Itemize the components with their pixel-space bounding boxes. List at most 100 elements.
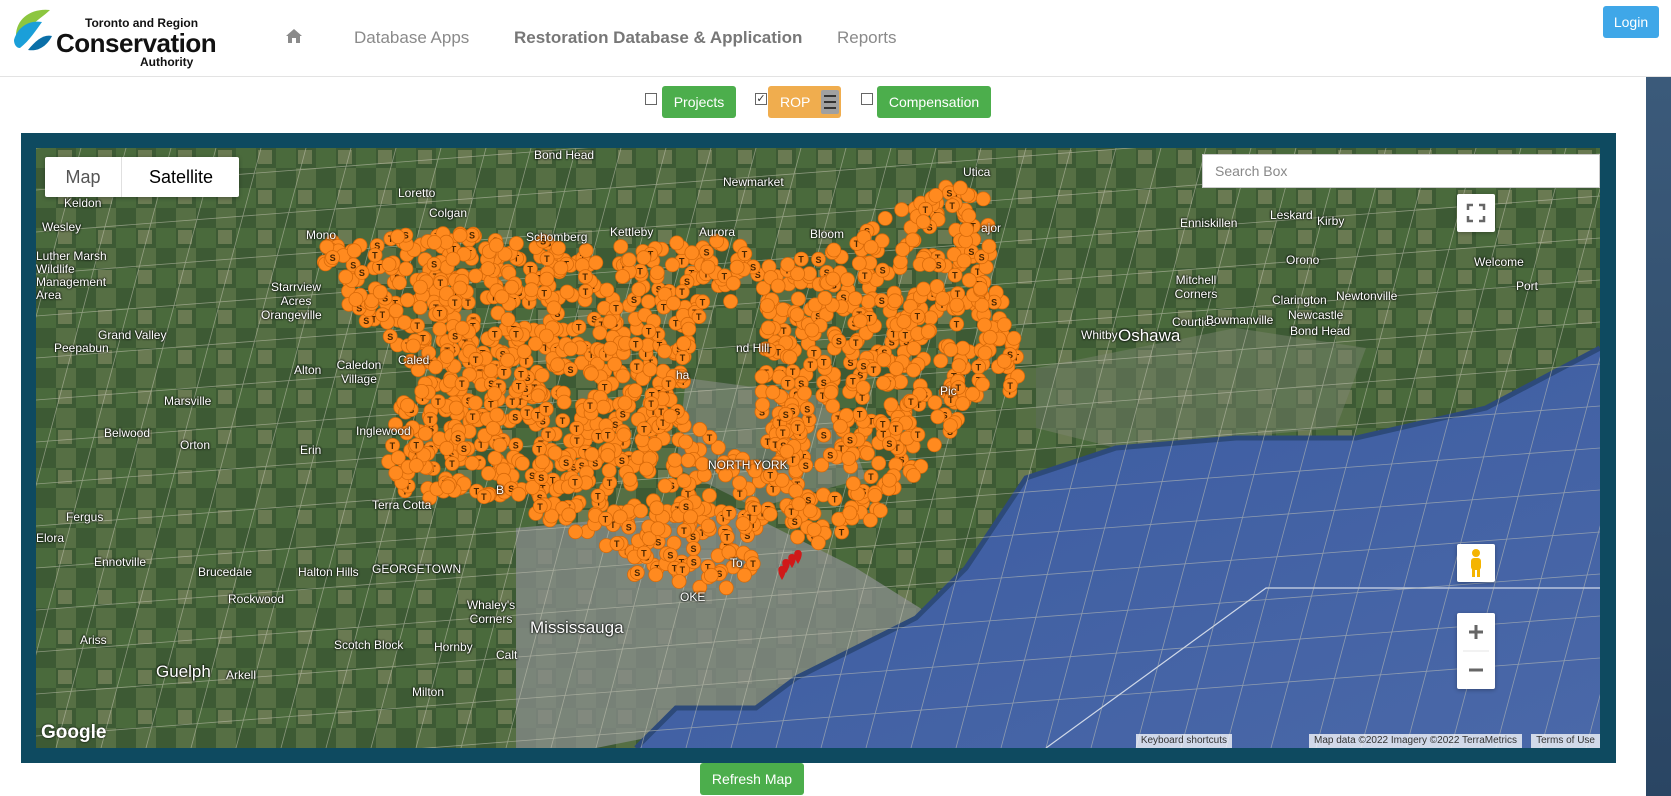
rop-marker: [639, 461, 654, 477]
street-view-pegman[interactable]: [1457, 544, 1495, 582]
rop-marker: [514, 455, 530, 471]
rop-marker-label: S: [350, 260, 356, 270]
rop-marker: [400, 292, 415, 308]
rop-marker: T: [848, 335, 864, 351]
place-label-rockwood: Rockwood: [228, 592, 285, 606]
place-label-richmond-hill: nd Hill: [736, 341, 770, 355]
rop-marker-label: T: [954, 320, 960, 330]
rop-marker: [445, 251, 461, 267]
compensation-button[interactable]: Compensation: [877, 86, 991, 118]
projects-button[interactable]: Projects: [662, 86, 736, 118]
rop-marker-label: T: [680, 353, 686, 363]
menu-icon[interactable]: [821, 90, 839, 114]
rop-marker-dot: [754, 369, 770, 385]
rop-marker: [621, 252, 637, 268]
rop-marker-label: S: [861, 361, 867, 371]
place-label-mitchell: Mitchell Corners: [1174, 273, 1218, 301]
rop-marker-label: S: [634, 568, 640, 578]
rop-marker: [933, 353, 949, 369]
rop-marker: T: [720, 529, 735, 545]
rop-marker-label: T: [488, 400, 494, 410]
login-button[interactable]: Login: [1603, 6, 1659, 38]
rop-marker: T: [432, 305, 448, 321]
refresh-map-button[interactable]: Refresh Map: [700, 763, 804, 795]
rop-marker-label: T: [481, 492, 487, 502]
place-label-loretto: Loretto: [398, 186, 436, 200]
rop-marker-dot: [392, 275, 407, 291]
rop-marker-dot: [797, 385, 812, 401]
rop-marker: T: [410, 318, 425, 334]
nav-restoration-database[interactable]: Restoration Database & Application: [514, 28, 802, 48]
rop-marker-label: S: [979, 252, 985, 262]
rop-marker-label: T: [414, 441, 420, 451]
rop-marker-dot: [559, 284, 575, 300]
rop-marker-label: S: [816, 255, 822, 265]
rop-marker-dot: [568, 524, 583, 540]
rop-marker: T: [628, 336, 644, 352]
rop-marker: [982, 329, 998, 345]
nav-reports[interactable]: Reports: [837, 28, 897, 48]
rop-marker-dot: [895, 242, 911, 257]
rop-marker-label: S: [836, 337, 842, 347]
map-type-satellite-button[interactable]: Satellite: [121, 157, 240, 197]
compensation-checkbox[interactable]: [861, 93, 873, 105]
rop-marker: S: [533, 469, 549, 485]
rop-marker-dot: [833, 418, 848, 434]
home-icon[interactable]: [285, 27, 303, 45]
fullscreen-button[interactable]: [1457, 194, 1495, 232]
rop-marker: S: [382, 328, 398, 344]
rop-marker: [592, 325, 608, 341]
trca-logo[interactable]: Toronto and Region Conservation Authorit…: [10, 6, 217, 69]
rop-marker: T: [852, 406, 868, 422]
map-type-map-button[interactable]: Map: [45, 157, 121, 197]
rop-marker-label: T: [637, 267, 643, 277]
rop-marker-label: T: [574, 424, 580, 434]
rop-marker: S: [508, 437, 524, 453]
nav-database-apps[interactable]: Database Apps: [354, 28, 469, 48]
rop-marker-label: T: [903, 331, 909, 341]
terms-of-use-link[interactable]: Terms of Use: [1531, 734, 1600, 748]
place-label-ennotville: Ennotville: [94, 555, 147, 569]
rop-marker-dot: [485, 420, 501, 436]
rop-button[interactable]: ROP: [768, 86, 841, 118]
rop-marker: T: [541, 427, 556, 442]
rop-marker-dot: [851, 256, 867, 271]
rop-marker: T: [1003, 377, 1018, 393]
rop-marker: [556, 394, 572, 410]
rop-marker-label: T: [595, 491, 601, 501]
place-label-starrview: Starrview Acres: [270, 280, 321, 308]
rop-marker-dot: [631, 282, 647, 297]
place-label-whaleys: Whaley's Corners: [466, 598, 516, 626]
rop-marker: [388, 465, 404, 481]
rop-marker: S: [816, 427, 832, 443]
map-search-input[interactable]: Search Box: [1202, 154, 1600, 188]
keyboard-shortcuts-link[interactable]: Keyboard shortcuts: [1135, 734, 1232, 748]
rop-checkbox[interactable]: ✓: [755, 93, 767, 105]
rop-marker: [633, 503, 649, 519]
rop-marker: T: [747, 501, 763, 517]
rop-marker: [981, 238, 997, 254]
projects-checkbox[interactable]: [645, 93, 657, 105]
rop-marker: [553, 260, 569, 276]
rop-marker: [867, 488, 883, 503]
rop-marker: [346, 243, 362, 259]
rop-marker: [725, 275, 741, 291]
rop-marker: [649, 500, 665, 516]
rop-marker-dot: [700, 259, 716, 275]
place-label-marsville: Marsville: [164, 394, 212, 408]
rop-marker: T: [676, 523, 692, 539]
rop-marker-label: T: [808, 360, 814, 370]
satellite-map[interactable]: STTSTTSTTSTTSTTSTTSTTSTTSTTSTTSTTSTTSTTS…: [36, 148, 1600, 748]
rop-marker: [895, 242, 911, 257]
rop-marker: [372, 284, 388, 300]
rop-marker: T: [945, 198, 960, 213]
place-label-schomberg: Schomberg: [526, 230, 588, 244]
rop-marker-dot: [841, 450, 856, 466]
rop-marker-label: T: [806, 415, 812, 425]
rop-marker: T: [949, 316, 965, 332]
rop-marker-dot: [412, 300, 428, 315]
rop-marker: T: [569, 420, 585, 436]
rop-marker: S: [811, 251, 826, 267]
rop-marker-dot: [547, 445, 563, 461]
google-logo: Google: [41, 722, 107, 743]
